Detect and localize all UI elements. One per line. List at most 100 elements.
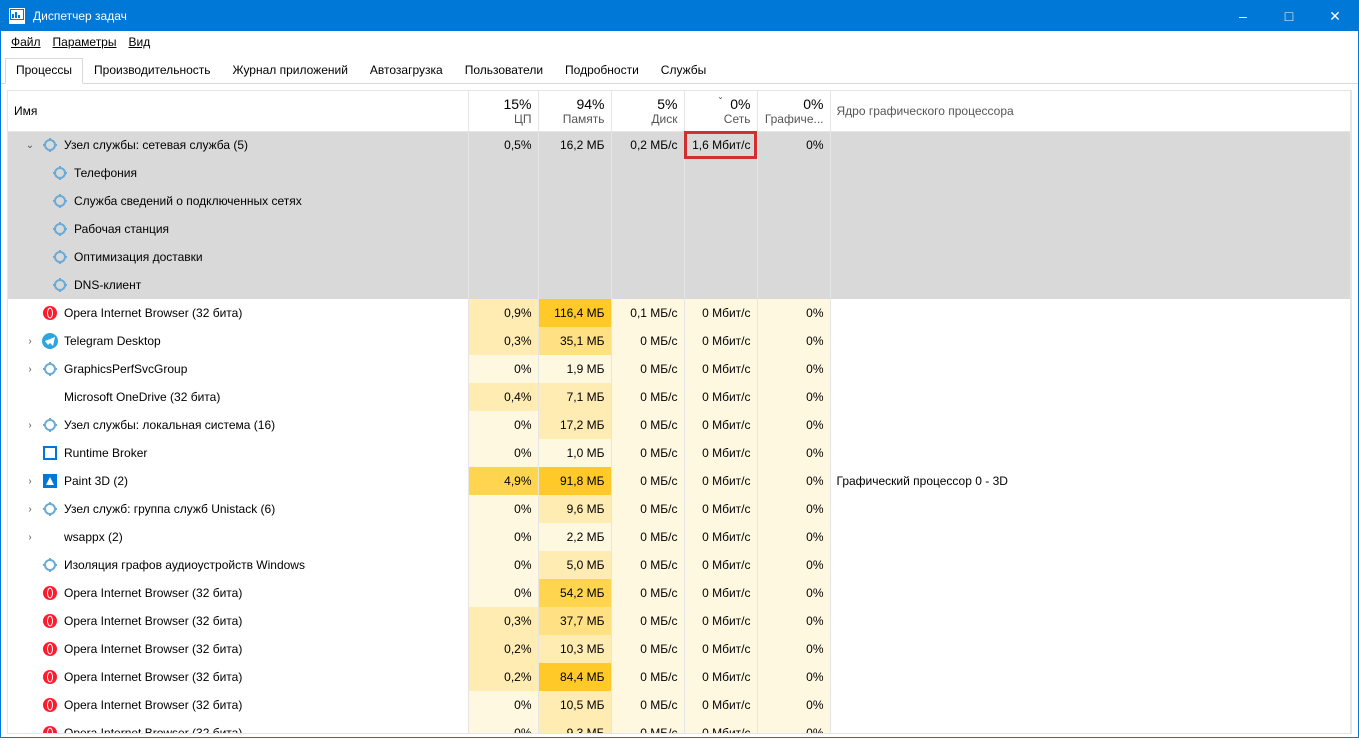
chevron-right-icon[interactable]: › (24, 336, 36, 347)
col-name[interactable]: Имя (8, 91, 468, 131)
memory-cell: 35,1 МБ (538, 327, 611, 355)
memory-cell: 9,3 МБ (538, 719, 611, 734)
tab-startup[interactable]: Автозагрузка (359, 58, 454, 84)
table-row[interactable]: ⌄Узел службы: сетевая служба (5)0,5%16,2… (8, 131, 1351, 159)
gpu-engine-cell (830, 523, 1351, 551)
table-row[interactable]: Оптимизация доставки (8, 243, 1351, 271)
col-gpu[interactable]: 0%Графиче... (757, 91, 830, 131)
menu-view[interactable]: Вид (124, 33, 154, 51)
gpu-engine-cell (830, 355, 1351, 383)
table-row[interactable]: Телефония (8, 159, 1351, 187)
tab-app-history[interactable]: Журнал приложений (222, 58, 359, 84)
process-name-cell[interactable]: Opera Internet Browser (32 бита) (8, 299, 468, 327)
process-name-cell[interactable]: Оптимизация доставки (8, 243, 468, 271)
table-row[interactable]: Opera Internet Browser (32 бита)0%10,5 М… (8, 691, 1351, 719)
process-name-cell[interactable]: ⌄Узел службы: сетевая служба (5) (8, 131, 468, 159)
maximize-button[interactable]: □ (1266, 1, 1312, 31)
process-name-cell[interactable]: › Paint 3D (2) (8, 467, 468, 495)
gpu-engine-cell (830, 551, 1351, 579)
chevron-right-icon[interactable]: › (24, 476, 36, 487)
process-name: Узел службы: локальная система (16) (64, 418, 275, 432)
table-row[interactable]: Opera Internet Browser (32 бита)0,3%37,7… (8, 607, 1351, 635)
tab-processes[interactable]: Процессы (5, 58, 83, 84)
table-row[interactable]: Opera Internet Browser (32 бита)0%54,2 М… (8, 579, 1351, 607)
none-icon (42, 529, 58, 545)
process-name-cell[interactable]: › Узел службы: локальная система (16) (8, 411, 468, 439)
table-row[interactable]: Runtime Broker0%1,0 МБ0 МБ/с0 Мбит/с0% (8, 439, 1351, 467)
cpu-cell: 0% (468, 523, 538, 551)
cpu-cell: 0,4% (468, 383, 538, 411)
gpu-engine-cell (830, 691, 1351, 719)
chevron-right-icon[interactable]: › (24, 532, 36, 543)
process-name-cell[interactable]: ›GraphicsPerfSvcGroup (8, 355, 468, 383)
process-name-cell[interactable]: Opera Internet Browser (32 бита) (8, 663, 468, 691)
process-name-cell[interactable]: Opera Internet Browser (32 бита) (8, 579, 468, 607)
memory-cell: 1,9 МБ (538, 355, 611, 383)
col-cpu[interactable]: 15%ЦП (468, 91, 538, 131)
table-row[interactable]: Рабочая станция (8, 215, 1351, 243)
table-row[interactable]: ›wsappx (2)0%2,2 МБ0 МБ/с0 Мбит/с0% (8, 523, 1351, 551)
table-row[interactable]: ›Telegram Desktop0,3%35,1 МБ0 МБ/с0 Мбит… (8, 327, 1351, 355)
process-name-cell[interactable]: Телефония (8, 159, 468, 187)
chevron-down-icon[interactable]: ⌄ (24, 140, 36, 151)
process-name-cell[interactable]: › Узел служб: группа служб Unistack (6) (8, 495, 468, 523)
tab-users[interactable]: Пользователи (454, 58, 554, 84)
cpu-cell: 0,2% (468, 663, 538, 691)
gpu-engine-cell (830, 131, 1351, 159)
process-name-cell[interactable]: Opera Internet Browser (32 бита) (8, 691, 468, 719)
process-name-cell[interactable]: Служба сведений о подключенных сетях (8, 187, 468, 215)
tab-details[interactable]: Подробности (554, 58, 650, 84)
service-icon (42, 417, 58, 433)
col-gpu-engine[interactable]: Ядро графического процессора (830, 91, 1351, 131)
chevron-right-icon[interactable]: › (24, 504, 36, 515)
gpu-engine-cell (830, 635, 1351, 663)
cpu-cell: 0% (468, 719, 538, 734)
process-name-cell[interactable]: Runtime Broker (8, 439, 468, 467)
disk-cell: 0 МБ/с (611, 607, 684, 635)
menu-file[interactable]: Файл (7, 33, 45, 51)
tab-services[interactable]: Службы (650, 58, 717, 84)
process-name-cell[interactable]: Изоляция графов аудиоустройств Windows (8, 551, 468, 579)
close-button[interactable]: ✕ (1312, 1, 1358, 31)
process-name: Узел служб: группа служб Unistack (6) (64, 502, 275, 516)
tab-performance[interactable]: Производительность (83, 58, 221, 84)
disk-cell: 0 МБ/с (611, 523, 684, 551)
menubar: Файл Параметры Вид (1, 31, 1358, 53)
chevron-right-icon[interactable]: › (24, 364, 36, 375)
table-row[interactable]: ›Paint 3D (2)4,9%91,8 МБ0 МБ/с0 Мбит/с0%… (8, 467, 1351, 495)
table-row[interactable]: DNS-клиент (8, 271, 1351, 299)
table-row[interactable]: Opera Internet Browser (32 бита)0,9%116,… (8, 299, 1351, 327)
process-name-cell[interactable]: Microsoft OneDrive (32 бита) (8, 383, 468, 411)
menu-options[interactable]: Параметры (49, 33, 121, 51)
process-name-cell[interactable]: Рабочая станция (8, 215, 468, 243)
process-table-wrap[interactable]: Имя 15%ЦП 94%Память 5%Диск ⌄0%Сеть 0%Гра… (7, 90, 1352, 734)
col-memory[interactable]: 94%Память (538, 91, 611, 131)
process-name-cell[interactable]: ›Telegram Desktop (8, 327, 468, 355)
process-name-cell[interactable]: DNS-клиент (8, 271, 468, 299)
table-row[interactable]: Изоляция графов аудиоустройств Windows0%… (8, 551, 1351, 579)
gpu-engine-cell: Графический процессор 0 - 3D (830, 467, 1351, 495)
process-name-cell[interactable]: Opera Internet Browser (32 бита) (8, 719, 468, 734)
process-name-cell[interactable]: Opera Internet Browser (32 бита) (8, 607, 468, 635)
table-row[interactable]: ›Узел служб: группа служб Unistack (6)0%… (8, 495, 1351, 523)
process-name: Paint 3D (2) (64, 474, 128, 488)
network-cell: 0 Мбит/с (684, 635, 757, 663)
table-row[interactable]: ›GraphicsPerfSvcGroup0%1,9 МБ0 МБ/с0 Мби… (8, 355, 1351, 383)
table-row[interactable]: Microsoft OneDrive (32 бита)0,4%7,1 МБ0 … (8, 383, 1351, 411)
process-name-cell[interactable]: ›wsappx (2) (8, 523, 468, 551)
col-network[interactable]: ⌄0%Сеть (684, 91, 757, 131)
gpu-cell: 0% (757, 635, 830, 663)
table-row[interactable]: Служба сведений о подключенных сетях (8, 187, 1351, 215)
cpu-cell: 0,2% (468, 635, 538, 663)
service-icon (52, 165, 68, 181)
table-row[interactable]: Opera Internet Browser (32 бита)0,2%10,3… (8, 635, 1351, 663)
table-row[interactable]: Opera Internet Browser (32 бита)0,2%84,4… (8, 663, 1351, 691)
opera-icon (42, 697, 58, 713)
table-row[interactable]: Opera Internet Browser (32 бита)0%9,3 МБ… (8, 719, 1351, 734)
chevron-right-icon[interactable]: › (24, 420, 36, 431)
col-disk[interactable]: 5%Диск (611, 91, 684, 131)
process-name-cell[interactable]: Opera Internet Browser (32 бита) (8, 635, 468, 663)
minimize-button[interactable]: – (1220, 1, 1266, 31)
table-row[interactable]: ›Узел службы: локальная система (16)0%17… (8, 411, 1351, 439)
network-cell: 0 Мбит/с (684, 467, 757, 495)
